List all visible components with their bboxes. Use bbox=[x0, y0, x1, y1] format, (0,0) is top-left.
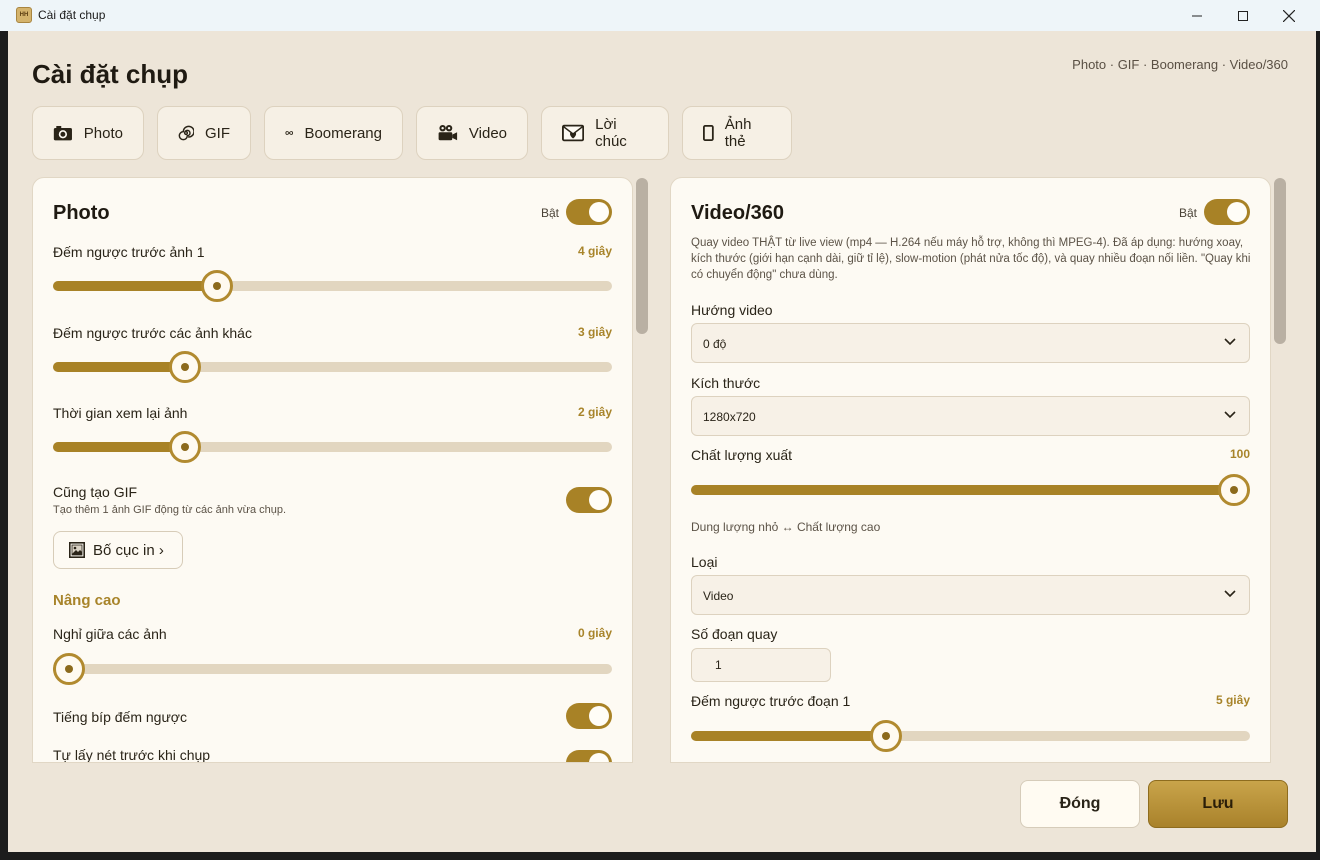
maximize-icon bbox=[1238, 10, 1248, 21]
autofocus-toggle[interactable] bbox=[566, 750, 612, 762]
save-button[interactable]: Lưu bbox=[1148, 780, 1288, 828]
countdown-others-slider[interactable] bbox=[53, 351, 612, 383]
video-panel-title: Video/360 bbox=[691, 202, 785, 224]
quality-value: 100 bbox=[1229, 447, 1250, 461]
tab-label: Photo bbox=[83, 124, 123, 142]
autofocus-label: Tự lấy nét trước khi chụp bbox=[53, 747, 211, 763]
video-settings-panel: Video/360 Bật Quay video THẬT từ live vi… bbox=[670, 177, 1271, 763]
minimize-button[interactable] bbox=[1174, 0, 1220, 31]
tab-label: Lời chúc bbox=[595, 116, 627, 150]
slider-thumb[interactable] bbox=[200, 270, 233, 302]
print-layout-button[interactable]: Bố cục in › bbox=[53, 531, 183, 569]
also-gif-label: Cũng tạo GIF bbox=[53, 484, 138, 500]
segments-input[interactable]: 1 bbox=[691, 648, 831, 682]
slider-thumb[interactable] bbox=[53, 653, 85, 685]
pause-between-label: Nghỉ giữa các ảnh bbox=[53, 626, 167, 642]
type-select[interactable]: Video bbox=[691, 575, 1250, 615]
orientation-select[interactable]: 0 độ bbox=[691, 323, 1250, 363]
quality-hint: Dung lượng nhỏ ↔ Chất lượng cao bbox=[691, 520, 881, 534]
right-panel-scrollbar[interactable] bbox=[1274, 178, 1286, 344]
tab-video[interactable]: Video bbox=[416, 106, 528, 160]
chevron-down-icon bbox=[1224, 338, 1236, 346]
photo-settings-panel: Photo Bật Đếm ngược trước ảnh 1 4 giây Đ… bbox=[32, 177, 633, 763]
review-time-value: 2 giây bbox=[577, 405, 612, 419]
beep-countdown-label: Tiếng bíp đếm ngược bbox=[53, 709, 187, 725]
orientation-label: Hướng video bbox=[691, 302, 773, 318]
countdown-others-value: 3 giây bbox=[577, 325, 612, 339]
window-title: Cài đặt chụp bbox=[38, 8, 106, 22]
camera-icon bbox=[53, 125, 72, 141]
page-title: Cài đặt chụp bbox=[32, 59, 189, 89]
close-button[interactable]: Đóng bbox=[1020, 780, 1140, 828]
settings-window: Cài đặt chụp Photo · GIF · Boomerang · V… bbox=[8, 31, 1316, 852]
countdown-first-slider[interactable] bbox=[53, 270, 612, 302]
slider-thumb[interactable] bbox=[168, 351, 201, 383]
video-description: Quay video THẬT từ live view (mp4 — H.26… bbox=[691, 237, 1251, 281]
review-time-label: Thời gian xem lại ảnh bbox=[53, 405, 188, 421]
pause-between-value: 0 giây bbox=[577, 626, 612, 640]
framed-picture-icon bbox=[69, 542, 85, 558]
advanced-section-heading: Nâng cao bbox=[53, 592, 121, 609]
left-panel-scrollbar[interactable] bbox=[636, 178, 648, 334]
slider-thumb[interactable] bbox=[168, 431, 201, 463]
countdown-first-value: 4 giây bbox=[577, 244, 612, 258]
video-enabled-label: Bật bbox=[1179, 206, 1198, 220]
tab-boomerang[interactable]: Boomerang bbox=[264, 106, 403, 160]
chevron-down-icon bbox=[1224, 411, 1236, 419]
photo-enabled-toggle[interactable] bbox=[566, 199, 612, 225]
tab-id-photo[interactable]: Ảnh thẻ bbox=[682, 106, 792, 160]
chevron-down-icon bbox=[1224, 590, 1236, 598]
type-value: Video bbox=[703, 589, 734, 603]
review-time-slider[interactable] bbox=[53, 431, 612, 463]
pause-between-slider[interactable] bbox=[53, 653, 612, 685]
love-letter-icon bbox=[562, 124, 585, 142]
modes-tagline: Photo · GIF · Boomerang · Video/360 bbox=[1072, 57, 1288, 72]
slider-thumb[interactable] bbox=[1218, 474, 1250, 506]
size-select[interactable]: 1280x720 bbox=[691, 396, 1250, 436]
minimize-icon bbox=[1192, 15, 1202, 16]
quality-slider[interactable] bbox=[691, 474, 1250, 506]
countdown-others-label: Đếm ngược trước các ảnh khác bbox=[53, 325, 252, 341]
close-icon bbox=[1283, 9, 1295, 22]
tab-gif[interactable]: GIF bbox=[157, 106, 251, 160]
tab-label: Boomerang bbox=[304, 124, 382, 142]
type-label: Loại bbox=[691, 554, 718, 570]
photo-panel-title: Photo bbox=[53, 202, 110, 224]
portrait-card-icon bbox=[703, 124, 714, 142]
maximize-button[interactable] bbox=[1220, 0, 1266, 31]
slider-thumb[interactable] bbox=[870, 720, 903, 752]
video-enabled-toggle[interactable] bbox=[1204, 199, 1250, 225]
close-window-button[interactable] bbox=[1266, 0, 1312, 31]
spiral-icon bbox=[178, 125, 194, 141]
orientation-value: 0 độ bbox=[703, 337, 727, 351]
print-layout-label: Bố cục in › bbox=[93, 541, 164, 559]
window-titlebar: HH Cài đặt chụp bbox=[0, 0, 1320, 31]
segment-countdown-label: Đếm ngược trước đoạn 1 bbox=[691, 693, 851, 709]
beep-countdown-toggle[interactable] bbox=[566, 703, 612, 729]
tab-label: Ảnh thẻ bbox=[724, 116, 752, 150]
video-camera-icon bbox=[438, 124, 458, 141]
app-icon: HH bbox=[16, 7, 32, 23]
tab-photo[interactable]: Photo bbox=[32, 106, 144, 160]
also-gif-toggle[interactable] bbox=[566, 487, 612, 513]
tab-label: Video bbox=[468, 124, 507, 142]
infinity-icon bbox=[285, 131, 294, 135]
also-gif-description: Tạo thêm 1 ảnh GIF động từ các ảnh vừa c… bbox=[53, 504, 287, 516]
size-label: Kích thước bbox=[691, 375, 761, 391]
segment-countdown-slider[interactable] bbox=[691, 720, 1250, 752]
countdown-first-label: Đếm ngược trước ảnh 1 bbox=[53, 244, 205, 260]
photo-enabled-label: Bật bbox=[541, 206, 560, 220]
quality-label: Chất lượng xuất bbox=[691, 447, 793, 463]
tab-label: GIF bbox=[205, 124, 230, 142]
segment-countdown-value: 5 giây bbox=[1215, 693, 1250, 707]
tab-greetings[interactable]: Lời chúc bbox=[541, 106, 669, 160]
mode-tabs: Photo GIF Boomerang Video Lời chúc Ảnh t… bbox=[32, 106, 792, 160]
size-value: 1280x720 bbox=[703, 410, 756, 424]
segments-label: Số đoạn quay bbox=[691, 626, 778, 642]
